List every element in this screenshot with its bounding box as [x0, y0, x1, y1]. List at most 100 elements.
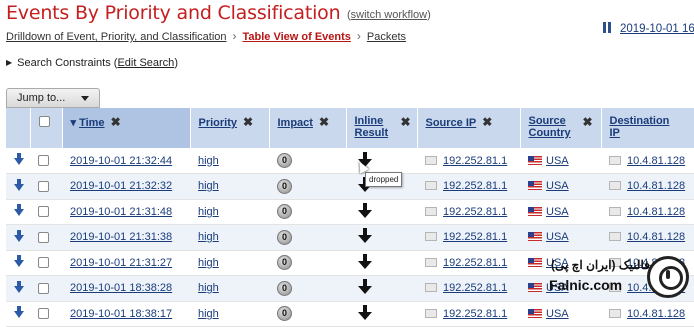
priority-link[interactable]: high — [198, 231, 219, 243]
search-constraints[interactable]: ▶ Search Constraints (Edit Search) — [6, 57, 178, 69]
priority-link[interactable]: high — [198, 155, 219, 167]
header-impact[interactable]: Impact ✖ — [269, 108, 347, 148]
down-arrow-icon[interactable] — [14, 306, 24, 319]
table-row[interactable]: 2019-10-01 21:31:48 high 0 192.252.81.1 USA 1… — [6, 199, 694, 225]
destination-ip-link[interactable]: 10.4.81.128 — [627, 155, 685, 167]
down-arrow-icon[interactable] — [14, 280, 24, 293]
dropped-arrow-icon[interactable] — [358, 228, 372, 244]
down-arrow-icon[interactable] — [14, 204, 24, 217]
header-priority-link[interactable]: Priority — [199, 117, 238, 129]
header-destination-ip-link[interactable]: Destination IP — [610, 115, 680, 139]
source-country-link[interactable]: USA — [546, 155, 569, 167]
edit-search-link[interactable]: Edit Search — [117, 57, 174, 69]
remove-column-icon[interactable]: ✖ — [111, 115, 121, 129]
time-link[interactable]: 2019-10-01 21:32:32 — [70, 180, 172, 192]
source-country-link[interactable]: USA — [546, 206, 569, 218]
table-row[interactable]: 2019-10-01 21:32:32 high 0 192.252.81.1 USA 1… — [6, 173, 694, 200]
impact-badge[interactable]: 0 — [277, 306, 292, 322]
date-range-link[interactable]: 2019-10-01 16 — [620, 23, 694, 35]
remove-column-icon[interactable]: ✖ — [583, 115, 593, 129]
down-arrow-icon[interactable] — [14, 229, 24, 242]
header-time[interactable]: ▾ Time ✖ — [62, 108, 191, 148]
header-source-country[interactable]: Source Country ✖ — [520, 108, 602, 148]
header-impact-link[interactable]: Impact — [278, 117, 313, 129]
remove-column-icon[interactable]: ✖ — [401, 115, 411, 129]
time-link[interactable]: 2019-10-01 21:31:27 — [70, 257, 172, 269]
host-icon — [425, 181, 437, 191]
header-source-ip[interactable]: Source IP ✖ — [417, 108, 521, 148]
impact-badge[interactable]: 0 — [277, 280, 292, 296]
impact-badge[interactable]: 0 — [277, 255, 292, 271]
table-row[interactable]: 2019-10-01 18:38:17 high 0 192.252.81.1 USA 1… — [6, 301, 694, 327]
header-destination-ip[interactable]: Destination IP — [601, 108, 694, 148]
row-checkbox[interactable] — [38, 282, 49, 294]
breadcrumb-table-view[interactable]: Table View of Events — [243, 31, 351, 43]
impact-badge[interactable]: 0 — [277, 178, 292, 194]
select-all-checkbox[interactable] — [38, 115, 50, 127]
down-arrow-icon[interactable] — [14, 255, 24, 268]
down-arrow-icon[interactable] — [14, 178, 24, 191]
impact-badge[interactable]: 0 — [277, 229, 292, 245]
row-checkbox[interactable] — [38, 155, 49, 167]
source-ip-link[interactable]: 192.252.81.1 — [443, 180, 507, 192]
source-country-link[interactable]: USA — [546, 308, 569, 320]
source-ip-link[interactable]: 192.252.81.1 — [443, 257, 507, 269]
dropped-arrow-icon[interactable] — [358, 253, 372, 269]
destination-ip-link[interactable]: 10.4.81.128 — [627, 231, 685, 243]
remove-column-icon[interactable]: ✖ — [319, 115, 329, 129]
remove-column-icon[interactable]: ✖ — [243, 115, 253, 129]
header-time-link[interactable]: Time — [79, 117, 104, 129]
priority-link[interactable]: high — [198, 180, 219, 192]
time-link[interactable]: 2019-10-01 21:31:48 — [70, 206, 172, 218]
time-link[interactable]: 2019-10-01 21:31:38 — [70, 231, 172, 243]
sort-desc-icon: ▾ — [70, 117, 80, 129]
row-checkbox[interactable] — [38, 257, 49, 269]
priority-link[interactable]: high — [198, 308, 219, 320]
pause-icon[interactable] — [602, 22, 612, 33]
breadcrumb-packets[interactable]: Packets — [367, 31, 406, 43]
priority-link[interactable]: high — [198, 257, 219, 269]
destination-ip-link[interactable]: 10.4.81.128 — [627, 180, 685, 192]
time-link[interactable]: 2019-10-01 18:38:17 — [70, 308, 172, 320]
header-source-country-link[interactable]: Source Country — [529, 115, 577, 139]
remove-column-icon[interactable]: ✖ — [482, 115, 492, 129]
header-inline-result[interactable]: Inline Result ✖ — [346, 108, 418, 148]
destination-ip-link[interactable]: 10.4.81.128 — [627, 206, 685, 218]
impact-badge[interactable]: 0 — [277, 153, 292, 168]
destination-ip-link[interactable]: 10.4.81.128 — [627, 308, 685, 320]
usa-flag-icon — [528, 308, 542, 318]
dropped-arrow-icon[interactable] — [358, 202, 372, 218]
table-row[interactable]: 2019-10-01 21:31:38 high 0 192.252.81.1 USA 1… — [6, 224, 694, 251]
dropped-arrow-icon[interactable] — [358, 279, 372, 295]
source-ip-link[interactable]: 192.252.81.1 — [443, 231, 507, 243]
header-source-ip-link[interactable]: Source IP — [426, 117, 477, 129]
source-country-link[interactable]: USA — [546, 231, 569, 243]
time-cell: 2019-10-01 21:31:38 — [62, 224, 190, 251]
row-checkbox[interactable] — [38, 206, 49, 218]
row-expand-cell — [6, 173, 30, 200]
row-checkbox[interactable] — [38, 231, 49, 243]
impact-badge[interactable]: 0 — [277, 204, 292, 220]
header-priority[interactable]: Priority ✖ — [190, 108, 270, 148]
expand-triangle-icon[interactable]: ▶ — [6, 58, 12, 67]
source-ip-link[interactable]: 192.252.81.1 — [443, 206, 507, 218]
source-ip-link[interactable]: 192.252.81.1 — [443, 308, 507, 320]
host-icon — [425, 155, 437, 165]
time-link[interactable]: 2019-10-01 18:38:28 — [70, 282, 172, 294]
jump-to-dropdown[interactable]: Jump to... — [6, 88, 100, 108]
dropped-arrow-icon[interactable] — [358, 304, 372, 320]
source-ip-link[interactable]: 192.252.81.1 — [443, 282, 507, 294]
switch-workflow-link[interactable]: switch workflow — [351, 9, 427, 21]
source-country-link[interactable]: USA — [546, 180, 569, 192]
down-arrow-icon[interactable] — [14, 153, 24, 165]
breadcrumb-drilldown[interactable]: Drilldown of Event, Priority, and Classi… — [6, 31, 227, 43]
source-ip-link[interactable]: 192.252.81.1 — [443, 155, 507, 167]
priority-link[interactable]: high — [198, 206, 219, 218]
priority-cell: high — [190, 275, 269, 302]
row-checkbox[interactable] — [38, 180, 49, 192]
time-link[interactable]: 2019-10-01 21:32:44 — [70, 155, 172, 167]
header-inline-result-link[interactable]: Inline Result — [355, 115, 395, 139]
row-checkbox[interactable] — [38, 308, 49, 320]
table-row[interactable]: 2019-10-01 21:32:44 high 0 192.252.81.1 USA 1… — [6, 148, 694, 174]
priority-link[interactable]: high — [198, 282, 219, 294]
